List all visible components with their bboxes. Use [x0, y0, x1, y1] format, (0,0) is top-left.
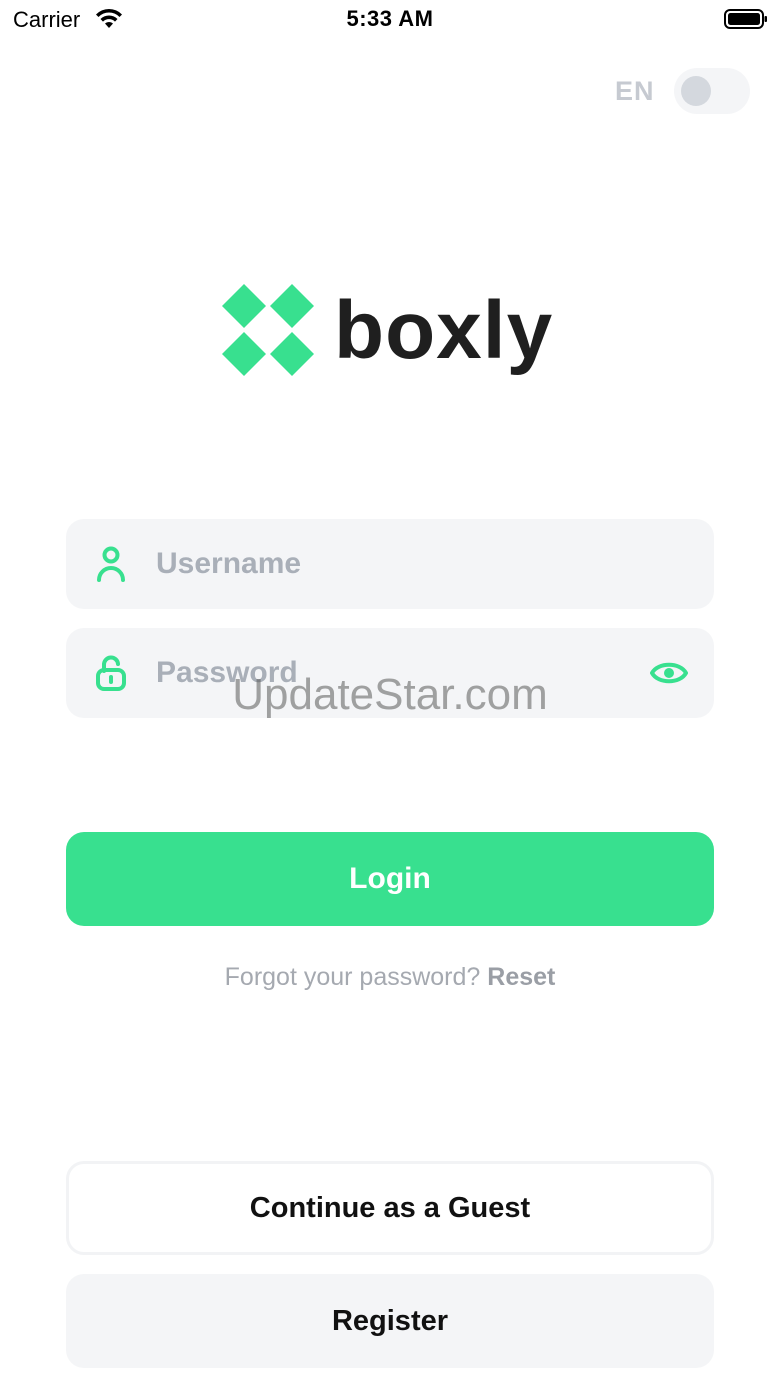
boxly-logo-icon [222, 284, 314, 376]
eye-icon[interactable] [650, 658, 688, 688]
login-button[interactable]: Login [66, 832, 714, 926]
forgot-password-row: Forgot your password? Reset [0, 963, 780, 992]
username-field[interactable] [66, 519, 714, 609]
status-bar: Carrier 5:33 AM [0, 0, 780, 40]
username-input[interactable] [156, 519, 626, 609]
register-button[interactable]: Register [66, 1274, 714, 1368]
password-input[interactable] [156, 628, 626, 718]
language-label: EN [615, 76, 655, 106]
brand-name: boxly [334, 285, 554, 376]
reset-link[interactable]: Reset [487, 963, 555, 991]
user-icon [97, 546, 125, 582]
battery-icon [724, 9, 767, 29]
login-screen: Carrier 5:33 AM EN boxly Username Update… [0, 0, 780, 1387]
continue-as-guest-button[interactable]: Continue as a Guest [66, 1161, 714, 1255]
unlock-icon [96, 655, 126, 691]
language-toggle[interactable] [674, 68, 750, 114]
password-field[interactable] [66, 628, 714, 718]
clock: 5:33 AM [346, 6, 434, 31]
forgot-password-text: Forgot your password? [224, 963, 488, 991]
toggle-knob [681, 76, 711, 106]
